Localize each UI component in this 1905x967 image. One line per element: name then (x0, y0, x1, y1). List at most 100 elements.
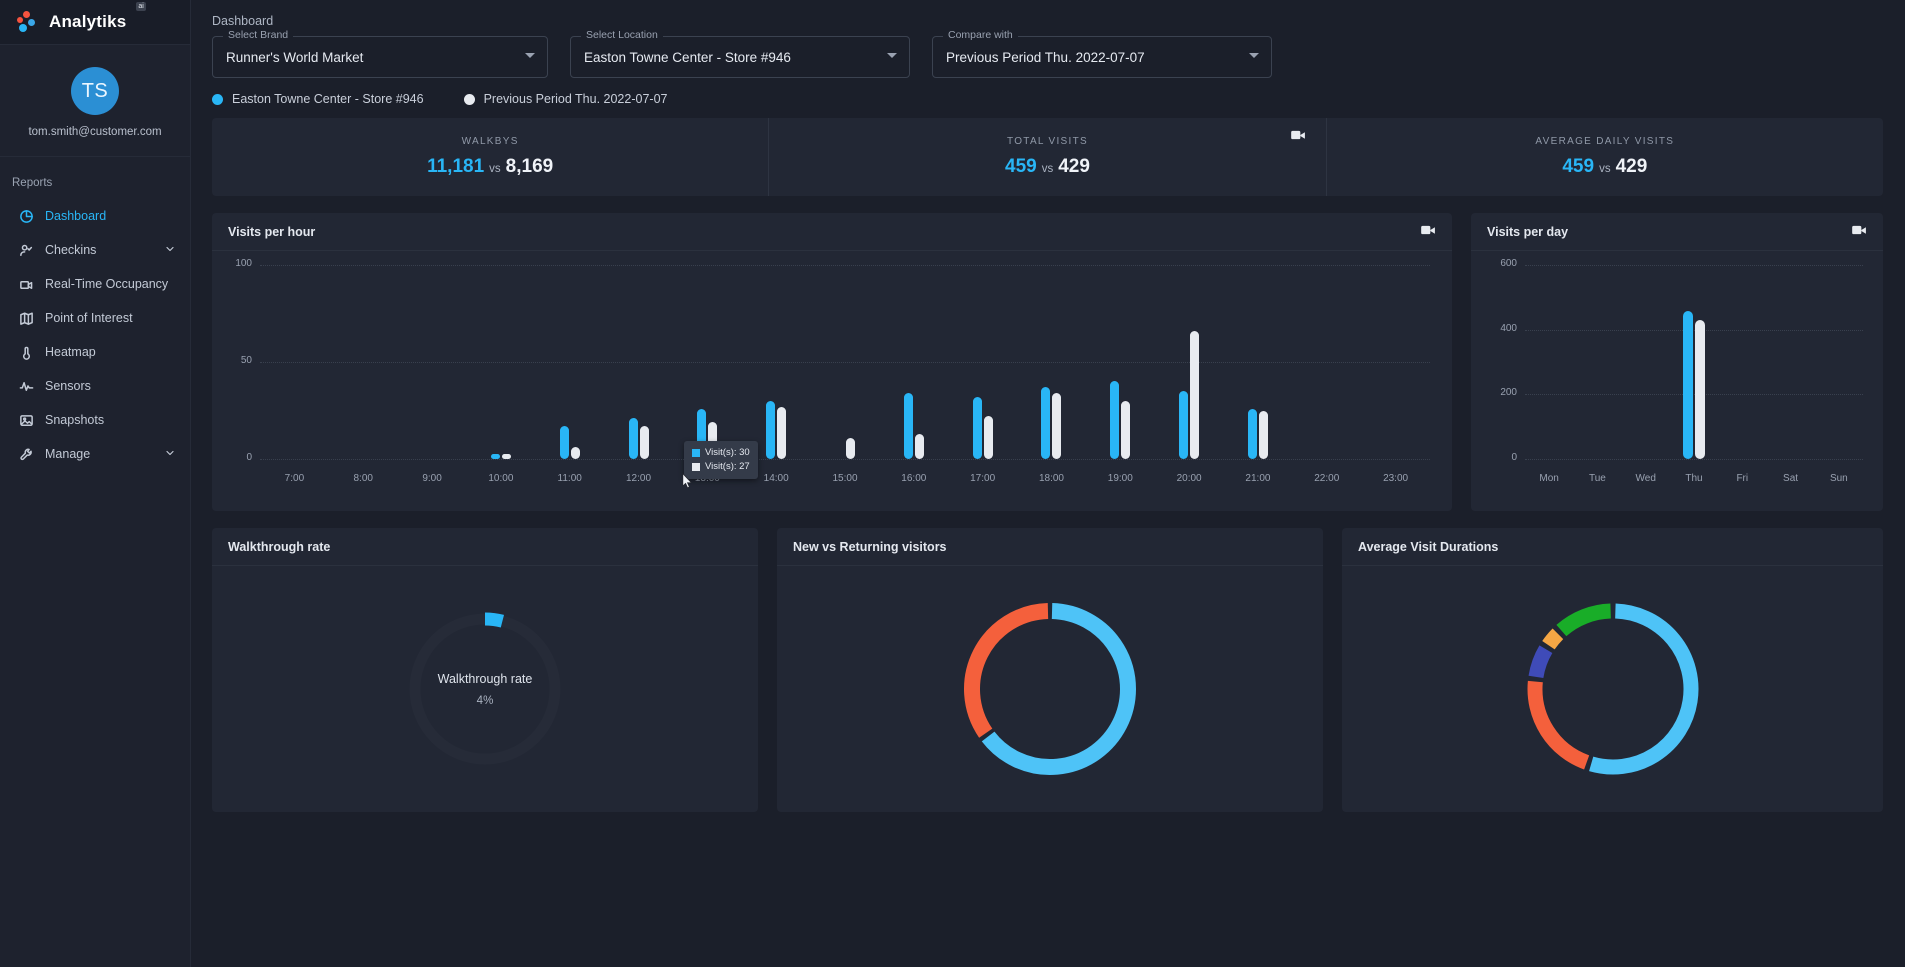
compare-with[interactable]: Compare with Previous Period Thu. 2022-0… (932, 29, 1272, 78)
donut-segment[interactable] (964, 603, 1049, 738)
card-title: Average Visit Durations (1358, 539, 1499, 554)
donut-segment[interactable] (981, 603, 1136, 775)
bar[interactable] (1052, 393, 1062, 459)
card-visits-per-day: Visits per day 0 200 400 600 Mon Tue Wed Thu Fri… (1471, 213, 1883, 511)
card-header: New vs Returning visitors (777, 528, 1323, 566)
sidebar-item-snapshots[interactable]: Snapshots (0, 403, 190, 437)
sidebar-nav: Reports Dashboard Checkins Real-Time Occ… (0, 157, 190, 471)
tooltip-row: Visit(s): 27 (692, 460, 750, 474)
legend-dot (463, 93, 475, 105)
bar[interactable] (1110, 381, 1120, 459)
donut-segment[interactable] (1527, 680, 1589, 770)
walkthrough-center-value: 4% (476, 694, 494, 707)
kpi-walkbys: WALKBYS 11,181 vs 8,169 (212, 118, 768, 196)
charts-row-2: Walkthrough rate Walkthrough rate 4% New… (191, 511, 1905, 812)
donut-segment[interactable] (1541, 628, 1563, 650)
x-axis-tick: 19:00 (1107, 473, 1133, 484)
thermometer-icon (18, 344, 34, 360)
bar[interactable] (1683, 310, 1693, 459)
avatar[interactable]: TS (71, 67, 119, 115)
sidebar-item-real-time-occupancy[interactable]: Real-Time Occupancy (0, 267, 190, 301)
donut-segment[interactable] (1555, 603, 1611, 637)
video-camera-icon[interactable] (1421, 225, 1436, 239)
user-panel: TS tom.smith@customer.com (0, 45, 190, 157)
sidebar-item-point-of-interest[interactable]: Point of Interest (0, 301, 190, 335)
legend-label: Easton Towne Center - Store #946 (232, 92, 424, 106)
bar[interactable] (1247, 408, 1257, 459)
chevron-down-icon[interactable] (164, 447, 176, 462)
tooltip-swatch (692, 448, 700, 457)
kpi-current: 459 (1562, 156, 1595, 177)
chevron-down-icon[interactable] (1249, 53, 1259, 58)
bar[interactable] (1121, 400, 1131, 459)
select-location[interactable]: Select Location Easton Towne Center - St… (570, 29, 910, 78)
activity-pulse-icon (18, 378, 34, 394)
gridline (260, 362, 1430, 363)
video-camera-icon[interactable] (1852, 225, 1867, 239)
bar[interactable] (570, 447, 580, 459)
sidebar-item-checkins[interactable]: Checkins (0, 233, 190, 267)
sidebar-item-manage[interactable]: Manage (0, 437, 190, 471)
charts-row-1: Visits per hour 0 50 100 7:00 8:00 9:00 10:00 1… (191, 196, 1905, 511)
card-header: Walkthrough rate (212, 528, 758, 566)
chevron-down-icon[interactable] (887, 53, 897, 58)
bar[interactable] (1179, 391, 1189, 459)
new-vs-returning-svg (964, 603, 1136, 775)
y-axis-tick: 0 (1511, 452, 1517, 463)
sidebar-item-label: Checkins (45, 243, 97, 257)
card-title: Walkthrough rate (228, 539, 331, 554)
legend-label: Previous Period Thu. 2022-07-07 (483, 92, 668, 106)
x-axis-tick: 23:00 (1383, 473, 1409, 484)
bar[interactable] (490, 454, 500, 459)
visits-per-hour-plot[interactable]: 0501007:008:009:0010:0011:0012:0013:0014… (212, 251, 1452, 511)
card-title: Visits per hour (228, 224, 316, 239)
bar[interactable] (639, 426, 649, 459)
bar[interactable] (501, 454, 511, 459)
sidebar-item-dashboard[interactable]: Dashboard (0, 199, 190, 233)
visits-per-day-plot[interactable]: 0 200 400 600 Mon Tue Wed Thu Fri Sat Sun (1471, 251, 1883, 511)
sidebar-item-heatmap[interactable]: Heatmap (0, 335, 190, 369)
average-visit-durations-donut[interactable] (1342, 566, 1883, 812)
bar[interactable] (777, 406, 787, 459)
legend-item-previous[interactable]: Previous Period Thu. 2022-07-07 (463, 92, 668, 106)
kpi-label: AVERAGE DAILY VISITS (1535, 136, 1675, 147)
select-location-label: Select Location (581, 29, 663, 41)
chevron-down-icon[interactable] (164, 243, 176, 258)
x-axis-tick: Wed (1635, 473, 1656, 484)
bar[interactable] (628, 418, 638, 459)
bar[interactable] (1041, 387, 1051, 459)
x-axis-tick: 9:00 (422, 473, 442, 484)
donut-segment[interactable] (1588, 603, 1698, 775)
walkthrough-donut[interactable]: Walkthrough rate 4% (212, 566, 758, 812)
page-title: Dashboard (212, 14, 274, 28)
video-camera-icon[interactable] (1290, 128, 1306, 146)
x-axis-tick: 15:00 (832, 473, 858, 484)
map-icon (18, 310, 34, 326)
kpi-average-daily-visits: AVERAGE DAILY VISITS 459 vs 429 (1325, 118, 1883, 196)
bar[interactable] (903, 393, 913, 459)
bar[interactable] (972, 396, 982, 459)
kpi-row: WALKBYS 11,181 vs 8,169 TOTAL VISITS 459 vs… (212, 118, 1883, 196)
card-average-visit-durations: Average Visit Durations (1342, 528, 1883, 812)
chevron-down-icon[interactable] (525, 53, 535, 58)
select-brand[interactable]: Select Brand Runner's World Market (212, 29, 548, 78)
kpi-label: TOTAL VISITS (1006, 136, 1088, 147)
x-axis-tick: 20:00 (1176, 473, 1202, 484)
brand-header[interactable]: Analytiks ai (0, 0, 190, 45)
kpi-values: 11,181 vs 8,169 (427, 156, 553, 178)
bar[interactable] (914, 433, 924, 459)
bar[interactable] (766, 400, 776, 459)
bar[interactable] (846, 437, 855, 459)
new-vs-returning-donut[interactable] (777, 566, 1323, 812)
bar[interactable] (1190, 330, 1200, 459)
bar[interactable] (559, 426, 569, 459)
bar[interactable] (983, 416, 993, 459)
tooltip-label: Visit(s): 27 (705, 460, 750, 472)
legend-item-current[interactable]: Easton Towne Center - Store #946 (212, 92, 424, 106)
sidebar-item-sensors[interactable]: Sensors (0, 369, 190, 403)
donut-segment[interactable] (1528, 645, 1552, 679)
nav-section-label: Reports (12, 177, 53, 189)
sidebar-item-label: Point of Interest (45, 311, 133, 325)
bar[interactable] (1695, 320, 1705, 459)
bar[interactable] (1258, 410, 1268, 459)
